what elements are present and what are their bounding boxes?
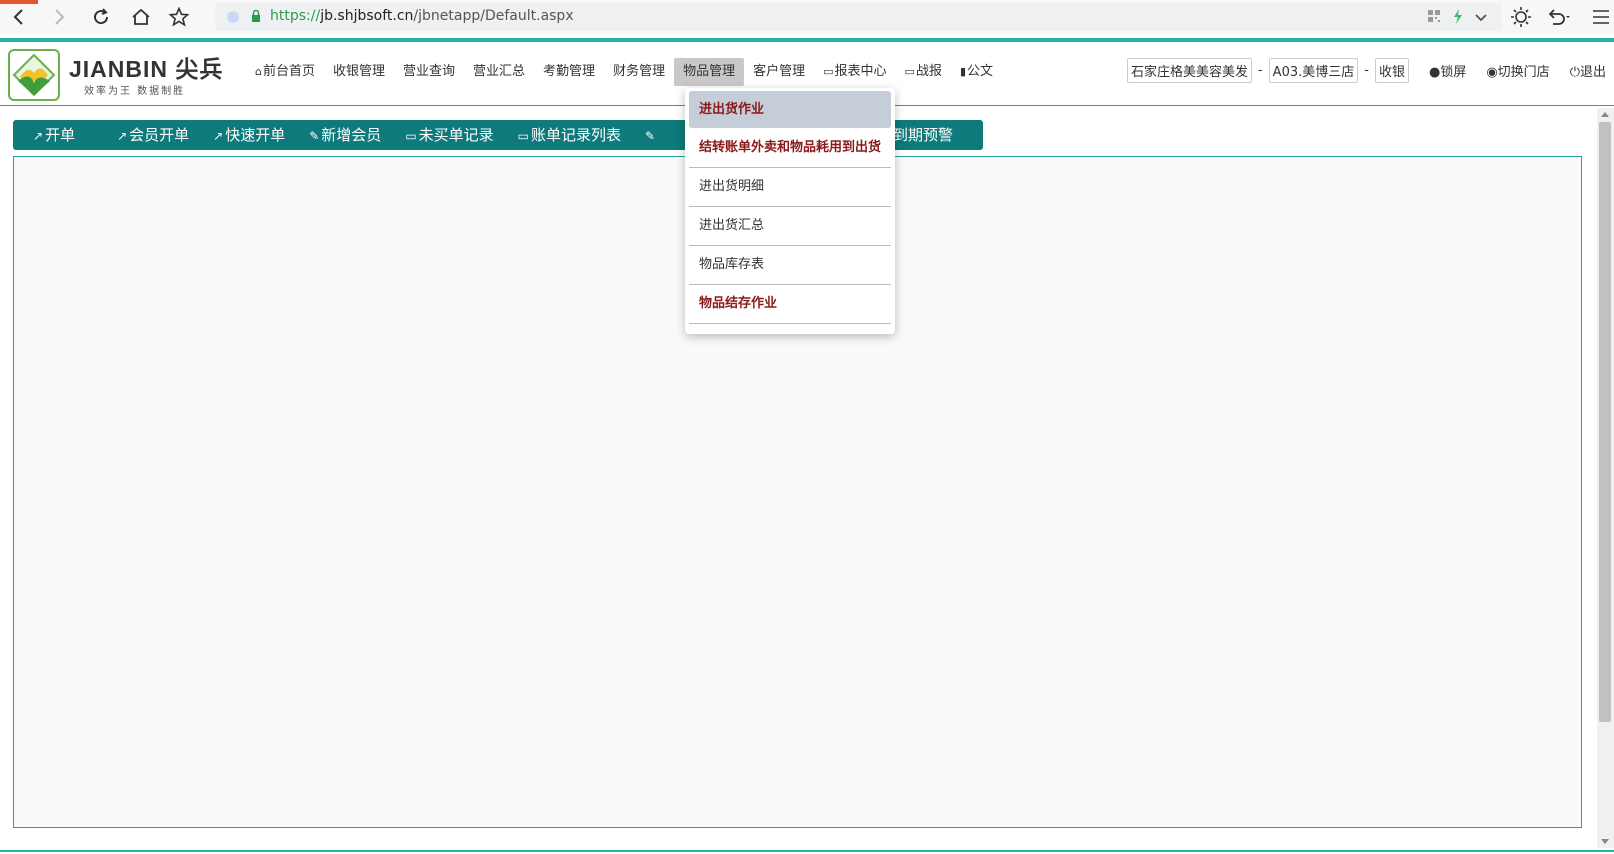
logo-slogan: 效率为王 数据制胜 (84, 86, 186, 97)
pin-icon: ◉ (1486, 65, 1498, 80)
site-info-icon[interactable] (227, 11, 239, 23)
menu-item-business-summary[interactable]: 营业汇总 (464, 58, 534, 86)
menu-item-documents[interactable]: ▮公文 (951, 58, 1002, 86)
lock-screen-button[interactable]: ●锁屏 (1429, 61, 1466, 80)
user-role: 收银 (1374, 58, 1409, 83)
logout-button[interactable]: ⏻退出 (1570, 61, 1606, 80)
menu-item-business-query[interactable]: 营业查询 (394, 58, 464, 86)
scroll-thumb[interactable] (1599, 122, 1611, 722)
forward-icon[interactable] (46, 4, 72, 30)
menu-item-reports[interactable]: ▭报表中心 (814, 58, 895, 86)
page-scrollbar[interactable] (1597, 108, 1614, 848)
separator: - (1364, 63, 1369, 78)
company-name: 石家庄格美美容美发 (1126, 58, 1252, 83)
power-icon: ⏻ (1569, 65, 1580, 80)
member-bill-button[interactable]: ↗ 会员开单 (105, 120, 201, 150)
home-icon: ⌂ (255, 65, 262, 78)
menu-item-finance[interactable]: 财务管理 (604, 58, 674, 86)
menu-icon[interactable] (1588, 4, 1614, 30)
browser-toolbar: https://jb.shjbsoft.cn/jbnetapp/Default.… (0, 0, 1614, 34)
lock-icon (251, 9, 261, 27)
scroll-down-icon[interactable] (1601, 839, 1609, 844)
bill-list-button[interactable]: ▭ 账单记录列表 (506, 120, 633, 150)
monitor-icon: ▭ (517, 129, 530, 143)
home-icon[interactable] (128, 4, 154, 30)
menu-item-goods[interactable]: 物品管理 (674, 58, 745, 86)
dropdown-item-stock-in-out[interactable]: 进出货作业 (689, 91, 891, 128)
add-member-button[interactable]: ✎ 新增会员 (297, 120, 393, 150)
switch-store-button[interactable]: ◉切换门店 (1486, 61, 1549, 80)
store-name: A03.美博三店 (1268, 58, 1359, 83)
lightning-icon[interactable] (1453, 9, 1463, 28)
edit-icon: ✎ (309, 129, 320, 143)
logo-text: JIANBIN 尖兵 (69, 56, 224, 82)
edit-icon: ✎ (645, 129, 656, 143)
menu-item-battle-report[interactable]: ▭战报 (896, 58, 951, 86)
main-menu: ⌂前台首页 收银管理 营业查询 营业汇总 考勤管理 财务管理 物品管理 客户管理… (246, 58, 1002, 86)
brightness-icon[interactable] (1508, 4, 1534, 30)
separator: - (1257, 63, 1263, 78)
dropdown-item-closing-stock[interactable]: 物品结存作业 (689, 285, 891, 324)
bottom-accent-line (0, 850, 1614, 852)
open-bill-button[interactable]: ↗ 开单 (13, 120, 105, 150)
external-icon: ↗ (213, 129, 224, 143)
lock-icon: ● (1428, 65, 1441, 80)
menu-item-customers[interactable]: 客户管理 (744, 58, 814, 86)
chevron-down-icon[interactable] (1475, 11, 1487, 26)
reload-icon[interactable] (88, 4, 114, 30)
scroll-up-icon[interactable] (1601, 112, 1609, 117)
quick-bill-button[interactable]: ↗ 快速开单 (201, 120, 297, 150)
book-icon: ▮ (959, 65, 967, 78)
goods-dropdown-menu: 进出货作业 结转账单外卖和物品耗用到出货 进出货明细 进出货汇总 物品库存表 物… (685, 88, 895, 334)
unpaid-records-button[interactable]: ▭ 未买单记录 (393, 120, 505, 150)
logo-icon (8, 49, 60, 101)
screen-icon: ▭ (904, 65, 915, 78)
screen-icon: ▭ (823, 65, 834, 78)
star-icon[interactable] (166, 4, 192, 30)
external-icon: ↗ (33, 129, 44, 143)
dropdown-item-stock-summary[interactable]: 进出货汇总 (689, 207, 891, 246)
menu-item-attendance[interactable]: 考勤管理 (534, 58, 604, 86)
qr-icon[interactable] (1428, 10, 1440, 26)
monitor-icon: ▭ (405, 129, 417, 143)
back-icon[interactable] (6, 4, 32, 30)
menu-item-cashier[interactable]: 收银管理 (324, 58, 394, 86)
menu-item-home[interactable]: ⌂前台首页 (246, 58, 324, 86)
url-text: https://jb.shjbsoft.cn/jbnetapp/Default.… (270, 8, 574, 24)
dropdown-item-carryover[interactable]: 结转账单外卖和物品耗用到出货 (689, 129, 891, 168)
dropdown-item-inventory[interactable]: 物品库存表 (689, 246, 891, 285)
header-right: 石家庄格美美容美发 - A03.美博三店 - 收银 ●锁屏 ◉切换门店 ⏻退出 (1126, 58, 1606, 83)
dropdown-item-stock-detail[interactable]: 进出货明细 (689, 168, 891, 207)
undo-icon[interactable] (1546, 4, 1572, 30)
external-icon: ↗ (117, 129, 128, 143)
